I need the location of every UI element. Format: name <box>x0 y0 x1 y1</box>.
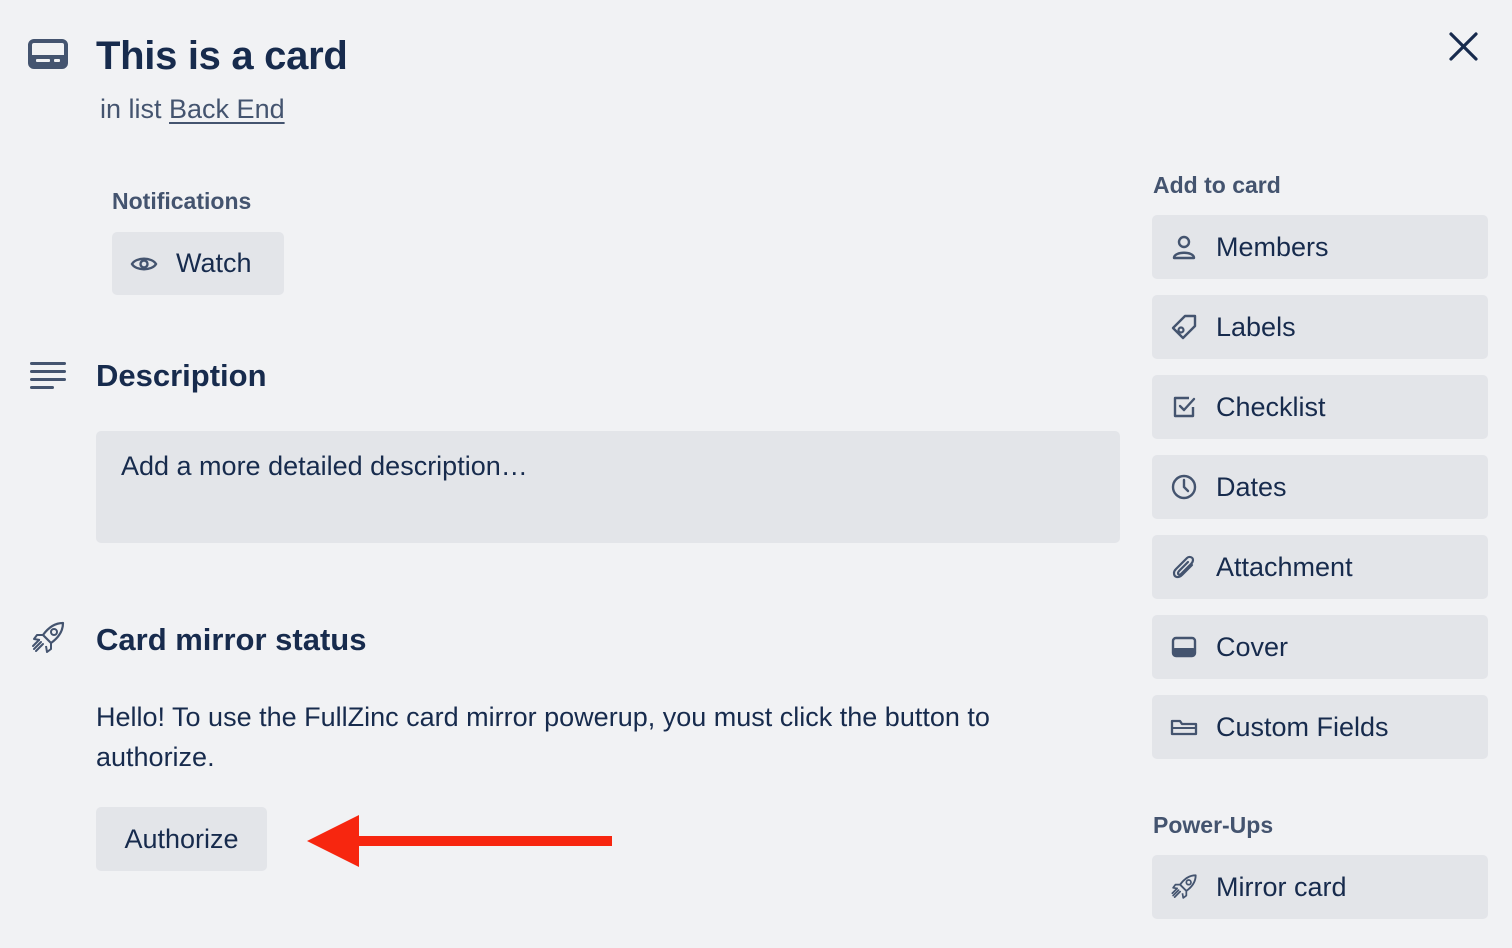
list-prefix: in list <box>100 94 162 124</box>
description-placeholder: Add a more detailed description… <box>121 451 528 481</box>
card-icon <box>28 38 68 70</box>
attachment-label: Attachment <box>1216 551 1353 582</box>
card-title[interactable]: This is a card <box>96 30 348 82</box>
clock-icon <box>1170 473 1198 501</box>
members-label: Members <box>1216 231 1329 262</box>
checklist-label: Checklist <box>1216 391 1326 422</box>
description-title: Description <box>96 358 267 393</box>
mirror-status-message: Hello! To use the FullZinc card mirror p… <box>96 702 990 772</box>
person-icon <box>1170 233 1198 261</box>
labels-label: Labels <box>1216 311 1296 342</box>
description-icon <box>30 360 68 390</box>
members-button[interactable]: Members <box>1152 215 1488 279</box>
cover-icon <box>1170 633 1198 661</box>
annotation-arrow-icon <box>305 813 617 869</box>
mirror-card-label: Mirror card <box>1216 871 1347 902</box>
checklist-button[interactable]: Checklist <box>1152 375 1488 439</box>
dates-button[interactable]: Dates <box>1152 455 1488 519</box>
eye-icon <box>130 254 158 274</box>
cover-label: Cover <box>1216 631 1289 662</box>
list-info: in list Back End <box>100 92 285 126</box>
watch-button[interactable]: Watch <box>112 232 284 295</box>
rocket-icon <box>1170 873 1198 901</box>
list-link[interactable]: Back End <box>169 94 285 124</box>
custom-fields-label: Custom Fields <box>1216 711 1389 742</box>
custom-fields-button[interactable]: Custom Fields <box>1152 695 1488 759</box>
close-button[interactable] <box>1440 26 1488 70</box>
attachment-button[interactable]: Attachment <box>1152 535 1488 599</box>
tag-icon <box>1170 313 1198 341</box>
dates-label: Dates <box>1216 471 1287 502</box>
paperclip-icon <box>1170 553 1198 581</box>
close-icon <box>1449 32 1478 61</box>
description-input[interactable]: Add a more detailed description… <box>96 431 1120 543</box>
power-ups-label: Power-Ups <box>1153 812 1274 838</box>
custom-fields-icon <box>1170 713 1198 741</box>
notifications-label: Notifications <box>112 188 252 214</box>
authorize-button[interactable]: Authorize <box>96 807 267 871</box>
labels-button[interactable]: Labels <box>1152 295 1488 359</box>
add-to-card-label: Add to card <box>1153 172 1281 198</box>
watch-label: Watch <box>176 248 252 278</box>
mirror-status-title: Card mirror status <box>96 622 367 657</box>
mirror-card-button[interactable]: Mirror card <box>1152 855 1488 919</box>
cover-button[interactable]: Cover <box>1152 615 1488 679</box>
checkbox-icon <box>1170 393 1198 421</box>
rocket-icon <box>30 620 66 656</box>
